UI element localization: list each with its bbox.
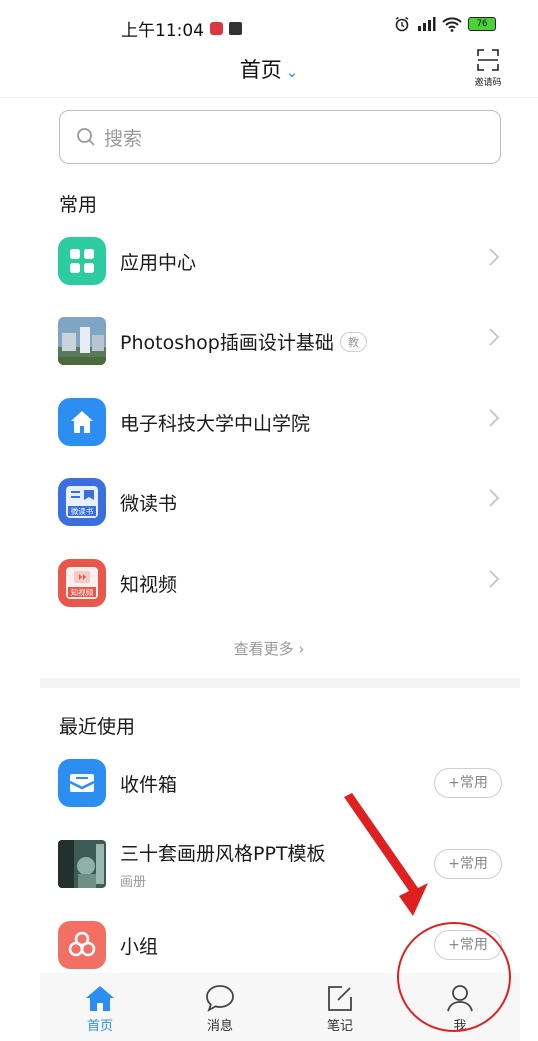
page-title: 首页 <box>239 58 282 82</box>
home-tab-icon <box>86 986 114 1011</box>
list-item-label: 微读书 <box>120 493 178 515</box>
video-icon: 知视频 <box>58 559 106 607</box>
view-more-label: 查看更多 <box>233 640 294 658</box>
teacher-badge: 教 <box>339 331 367 352</box>
chevron-right-icon <box>489 489 500 507</box>
invite-code-label: 邀请码 <box>474 78 502 88</box>
list-item-label: 应用中心 <box>120 252 197 274</box>
tab-messages[interactable]: 消息 <box>160 973 280 1041</box>
wifi-icon <box>442 17 462 32</box>
alarm-icon <box>395 16 409 32</box>
list-item-album-ppt[interactable]: 三十套画册风格PPT模板 画册 +常用 <box>0 825 538 903</box>
list-item-label: 电子科技大学中山学院 <box>120 413 311 435</box>
frequent-section-title: 常用 <box>59 194 98 216</box>
tab-label: 笔记 <box>326 1019 353 1034</box>
view-more-link[interactable]: 查看更多 › <box>0 638 538 659</box>
list-item-label-group: Photoshop插画设计基础 教 <box>120 328 367 355</box>
list-item-subtitle: 画册 <box>120 875 147 890</box>
list-item-inbox[interactable]: 收件箱 +常用 <box>0 744 538 822</box>
top-nav: 首页 ⌄ 邀请码 <box>0 40 538 98</box>
grid-icon <box>58 237 106 285</box>
home-icon <box>58 398 106 446</box>
list-item-course[interactable]: Photoshop插画设计基础 教 <box>0 302 538 380</box>
add-to-frequent-button[interactable]: +常用 <box>434 849 502 879</box>
list-item-weidushu[interactable]: 微读书 微读书 <box>0 463 538 541</box>
list-item-label: 收件箱 <box>120 774 178 796</box>
search-input[interactable]: 搜索 <box>59 110 501 164</box>
app-notification-icon <box>210 22 223 35</box>
tab-label: 消息 <box>206 1019 233 1034</box>
list-item-label: Photoshop插画设计基础 <box>120 332 334 354</box>
status-time-group: 上午11:04 <box>121 16 242 41</box>
search-placeholder: 搜索 <box>104 127 143 150</box>
course-thumbnail <box>58 317 106 365</box>
list-item-label: 三十套画册风格PPT模板 <box>120 843 326 865</box>
chevron-right-icon <box>489 248 500 266</box>
album-thumbnail <box>58 840 106 888</box>
chevron-right-icon <box>489 409 500 427</box>
chevron-right-icon <box>489 328 500 346</box>
note-edit-icon <box>328 986 352 1011</box>
status-time: 上午11:04 <box>121 21 204 41</box>
list-item-app-center[interactable]: 应用中心 <box>0 222 538 300</box>
status-indicators: 76 <box>394 16 496 32</box>
book-icon: 微读书 <box>58 478 106 526</box>
scan-icon <box>477 49 499 71</box>
invite-code-button[interactable]: 邀请码 <box>470 48 506 88</box>
search-icon <box>77 128 95 146</box>
list-item-zhishipin[interactable]: 知视频 知视频 <box>0 544 538 622</box>
inbox-icon <box>58 759 106 807</box>
chevron-down-icon: ⌄ <box>285 63 299 81</box>
tab-notes[interactable]: 笔记 <box>280 973 400 1041</box>
recent-section-title: 最近使用 <box>59 716 136 738</box>
app-notification-icon <box>229 22 242 35</box>
chevron-right-icon: › <box>293 640 305 658</box>
chevron-right-icon <box>489 570 500 588</box>
signal-icon <box>418 17 436 31</box>
chat-bubble-icon <box>206 985 234 1012</box>
section-divider <box>40 678 520 688</box>
page-title-switcher[interactable]: 首页 ⌄ <box>0 54 538 84</box>
list-item-school[interactable]: 电子科技大学中山学院 <box>0 383 538 461</box>
icon-label: 知视频 <box>71 587 94 597</box>
list-item-label: 小组 <box>120 936 159 958</box>
battery-icon: 76 <box>468 17 496 31</box>
annotation-circle <box>397 922 511 1032</box>
list-item-label: 知视频 <box>120 574 178 596</box>
tab-home[interactable]: 首页 <box>40 973 160 1041</box>
tab-label: 首页 <box>86 1019 113 1034</box>
icon-label: 微读书 <box>71 506 94 516</box>
group-icon <box>58 921 106 969</box>
add-to-frequent-button[interactable]: +常用 <box>434 768 502 798</box>
